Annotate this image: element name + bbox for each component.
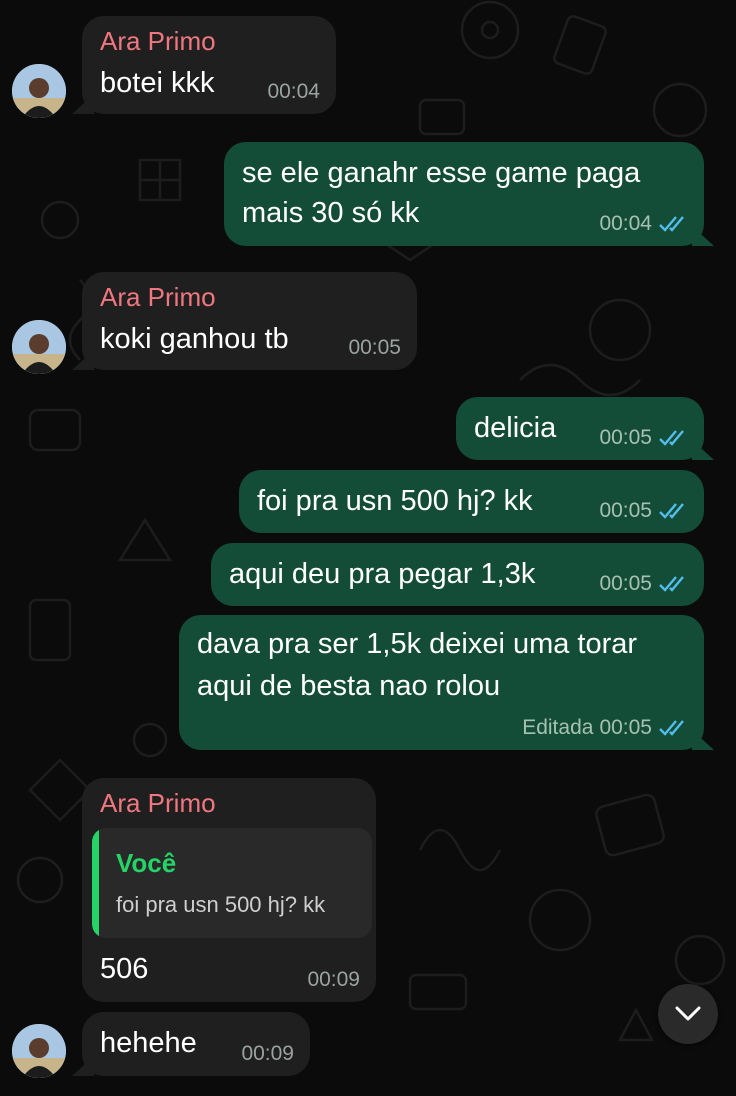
- message-time: 00:04: [599, 212, 652, 235]
- sender-name: Ara Primo: [100, 282, 216, 312]
- quote-author: Você: [116, 848, 177, 878]
- message-bubble-incoming[interactable]: Ara Primo Você foi pra usn 500 hj? kk 50…: [82, 778, 376, 1002]
- message-time: 00:05: [348, 336, 401, 359]
- message-time: 00:09: [307, 968, 360, 991]
- message-text-line-1: dava pra ser 1,5k deixei uma torar: [197, 628, 638, 660]
- message-time: 00:05: [599, 499, 652, 522]
- message-bubble-outgoing[interactable]: aqui deu pra pegar 1,3k 00:05: [211, 543, 704, 606]
- message-time: 00:05: [599, 426, 652, 449]
- message-bubble-outgoing[interactable]: dava pra ser 1,5k deixei uma torar aqui …: [179, 615, 714, 750]
- message-bubble-incoming[interactable]: hehehe 00:09: [72, 1012, 310, 1076]
- read-ticks-icon: [659, 503, 684, 519]
- message-text: koki ganhou tb: [100, 323, 289, 355]
- contact-avatar[interactable]: [12, 64, 66, 118]
- sender-name: Ara Primo: [100, 788, 216, 818]
- sender-name: Ara Primo: [100, 26, 216, 56]
- read-ticks-icon: [659, 430, 684, 446]
- message-text: hehehe: [100, 1027, 197, 1059]
- message-bubble-outgoing[interactable]: foi pra usn 500 hj? kk 00:05: [239, 470, 704, 533]
- message-bubble-incoming[interactable]: Ara Primo botei kkk 00:04: [72, 16, 336, 114]
- message-text: 506: [100, 953, 149, 985]
- contact-avatar[interactable]: [12, 1024, 66, 1078]
- message-bubble-incoming[interactable]: Ara Primo koki ganhou tb 00:05: [72, 272, 417, 370]
- quote-text: foi pra usn 500 hj? kk: [116, 892, 326, 917]
- message-text-line-2: aqui de besta nao rolou: [197, 670, 501, 702]
- message-text-line-1: se ele ganahr esse game paga: [242, 157, 641, 189]
- message-time: 00:05: [599, 716, 652, 739]
- scroll-to-bottom-button[interactable]: [658, 984, 718, 1044]
- message-bubble-outgoing[interactable]: delicia 00:05: [456, 397, 714, 460]
- message-time: 00:04: [267, 80, 320, 103]
- message-text: delicia: [474, 412, 557, 444]
- message-text-line-2: mais 30 só kk: [242, 197, 420, 229]
- message-time: 00:09: [241, 1042, 294, 1065]
- message-text: aqui deu pra pegar 1,3k: [229, 558, 536, 590]
- message-time: 00:05: [599, 572, 652, 595]
- read-ticks-icon: [659, 720, 684, 736]
- chevron-down-icon: [675, 1006, 701, 1021]
- read-ticks-icon: [659, 216, 684, 232]
- message-text: botei kkk: [100, 67, 215, 99]
- message-text: foi pra usn 500 hj? kk: [257, 485, 533, 517]
- reply-quote[interactable]: Você foi pra usn 500 hj? kk: [92, 828, 372, 938]
- read-ticks-icon: [659, 576, 684, 592]
- edited-label: Editada: [522, 716, 594, 739]
- contact-avatar[interactable]: [12, 320, 66, 374]
- quote-accent-bar: [92, 828, 99, 938]
- message-bubble-outgoing[interactable]: se ele ganahr esse game paga mais 30 só …: [224, 142, 714, 246]
